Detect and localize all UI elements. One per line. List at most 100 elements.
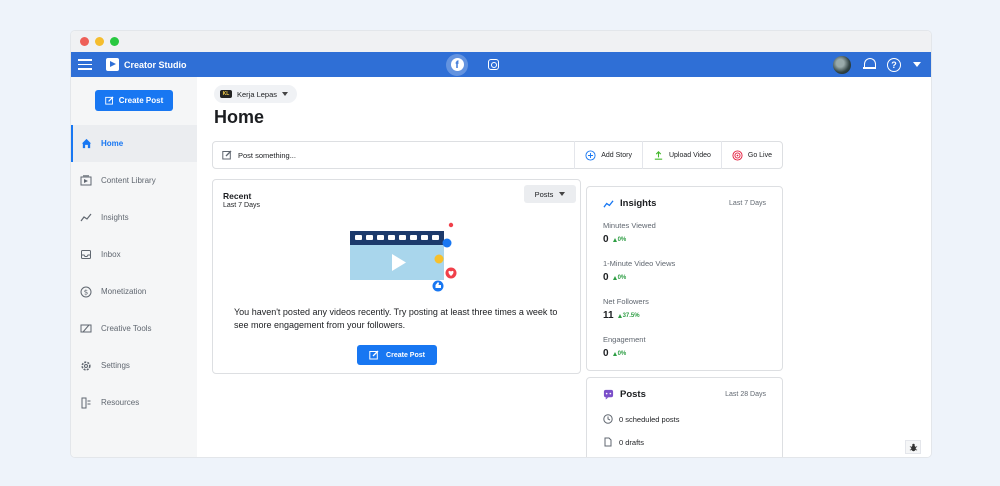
sidebar-item-insights[interactable]: Insights — [71, 199, 197, 236]
sidebar-item-label: Content Library — [101, 176, 156, 185]
home-icon — [80, 138, 92, 150]
upload-icon — [654, 150, 663, 160]
insights-header: Insights — [603, 198, 656, 209]
metric-label: Minutes Viewed — [603, 221, 656, 230]
plus-circle-icon — [585, 149, 596, 161]
sidebar-item-creative-tools[interactable]: Creative Tools — [71, 310, 197, 347]
insights-icon — [80, 212, 92, 224]
posts-filter-dropdown[interactable]: Posts — [524, 185, 576, 203]
close-dot[interactable] — [80, 37, 89, 46]
gear-icon — [80, 360, 92, 372]
compose-icon — [222, 150, 232, 160]
upload-video-button[interactable]: Upload Video — [641, 141, 721, 169]
sidebar-item-settings[interactable]: Settings — [71, 347, 197, 384]
svg-text:$: $ — [84, 288, 88, 296]
sidebar-item-label: Creative Tools — [101, 324, 152, 333]
metric-change: 37.5% — [617, 313, 640, 319]
window-titlebar — [71, 31, 931, 52]
drafts-link[interactable]: 0 drafts — [603, 437, 644, 447]
metric-net-followers[interactable]: Net Followers 11 37.5% — [603, 297, 649, 321]
page-title: Home — [214, 107, 265, 127]
recent-range: Last 7 Days — [223, 202, 260, 209]
recent-title: Recent — [223, 191, 252, 201]
help-icon[interactable]: ? — [887, 57, 901, 72]
scheduled-posts-link[interactable]: 0 scheduled posts — [603, 414, 679, 424]
arrow-up-icon — [617, 314, 622, 318]
facebook-tab[interactable]: f — [446, 53, 468, 76]
sidebar-item-label: Settings — [101, 361, 130, 370]
metric-label: Engagement — [603, 335, 646, 344]
chevron-down-icon — [559, 192, 566, 196]
sidebar-item-label: Resources — [101, 398, 140, 407]
instagram-icon[interactable] — [488, 59, 499, 70]
empty-video-illustration — [350, 222, 457, 292]
main-content: KL Kerja Lepas Home Post something... Ad… — [197, 77, 931, 457]
add-story-label: Add Story — [601, 151, 632, 159]
facebook-icon: f — [450, 58, 464, 71]
sidebar-item-label: Monetization — [101, 287, 147, 296]
page-name: Kerja Lepas — [237, 89, 278, 99]
insights-card: Insights Last 7 Days Minutes Viewed 0 0%… — [586, 186, 783, 371]
avatar[interactable] — [833, 55, 851, 74]
sidebar-item-content-library[interactable]: Content Library — [71, 162, 197, 199]
insights-range: Last 7 Days — [729, 200, 766, 207]
post-something-input[interactable]: Post something... — [213, 150, 574, 160]
sidebar-item-monetization[interactable]: $ Monetization — [71, 273, 197, 310]
sidebar-item-label: Insights — [101, 213, 129, 222]
sidebar-create-post-button[interactable]: Create Post — [95, 90, 173, 111]
page-selector[interactable]: KL Kerja Lepas — [214, 85, 298, 103]
metric-engagement[interactable]: Engagement 0 0% — [603, 335, 646, 359]
sidebar: Create Post Home Content Library Insight… — [71, 77, 197, 457]
live-icon — [732, 149, 743, 161]
metric-one-minute-views[interactable]: 1-Minute Video Views 0 0% — [603, 259, 675, 283]
empty-state-message: You haven't posted any videos recently. … — [234, 307, 558, 330]
page-logo: KL — [220, 90, 232, 98]
clock-icon — [603, 414, 613, 424]
metric-value: 0 — [603, 272, 609, 283]
sidebar-nav: Home Content Library Insights Inbox $ Mo… — [71, 125, 197, 421]
metric-label: Net Followers — [603, 297, 649, 306]
insights-icon — [603, 199, 614, 208]
metric-minutes-viewed[interactable]: Minutes Viewed 0 0% — [603, 221, 656, 245]
bug-report-icon[interactable] — [905, 440, 921, 454]
posts-icon — [603, 389, 614, 400]
minimize-dot[interactable] — [95, 37, 104, 46]
posts-title: Posts — [620, 389, 646, 400]
document-icon — [604, 437, 612, 447]
account-menu-chevron-down-icon[interactable] — [913, 62, 921, 67]
inbox-icon — [80, 249, 92, 261]
tools-icon — [80, 323, 92, 335]
composer-placeholder: Post something... — [238, 150, 296, 160]
top-navigation-bar: Creator Studio f ? — [71, 52, 931, 77]
add-story-button[interactable]: Add Story — [574, 141, 642, 169]
sidebar-item-home[interactable]: Home — [71, 125, 197, 162]
sidebar-item-label: Home — [101, 139, 124, 148]
sidebar-item-inbox[interactable]: Inbox — [71, 236, 197, 273]
resources-icon — [80, 397, 92, 409]
chevron-down-icon — [282, 92, 289, 96]
metric-label: 1-Minute Video Views — [603, 259, 676, 268]
sidebar-create-post-label: Create Post — [118, 96, 164, 105]
browser-window: Creator Studio f ? Create Post Home Cont… — [71, 31, 931, 457]
go-live-label: Go Live — [747, 151, 772, 159]
create-post-button[interactable]: Create Post — [357, 345, 437, 365]
brand[interactable]: Creator Studio — [106, 58, 187, 71]
creator-studio-logo-icon — [106, 58, 119, 71]
sidebar-item-resources[interactable]: Resources — [71, 384, 197, 421]
posts-range: Last 28 Days — [725, 391, 766, 398]
scheduled-posts-label: 0 scheduled posts — [619, 414, 680, 424]
metric-value: 0 — [603, 234, 609, 245]
metric-change: 0% — [612, 351, 626, 357]
dollar-icon: $ — [80, 286, 92, 298]
drafts-label: 0 drafts — [619, 437, 645, 447]
menu-icon[interactable] — [78, 59, 92, 70]
sidebar-item-label: Inbox — [101, 250, 121, 259]
library-icon — [80, 175, 92, 187]
posts-filter-value: Posts — [534, 189, 554, 199]
metric-change: 0% — [612, 275, 626, 281]
arrow-up-icon — [612, 352, 617, 356]
arrow-up-icon — [612, 276, 617, 280]
bell-icon[interactable] — [863, 58, 876, 71]
maximize-dot[interactable] — [110, 37, 119, 46]
go-live-button[interactable]: Go Live — [720, 141, 782, 169]
